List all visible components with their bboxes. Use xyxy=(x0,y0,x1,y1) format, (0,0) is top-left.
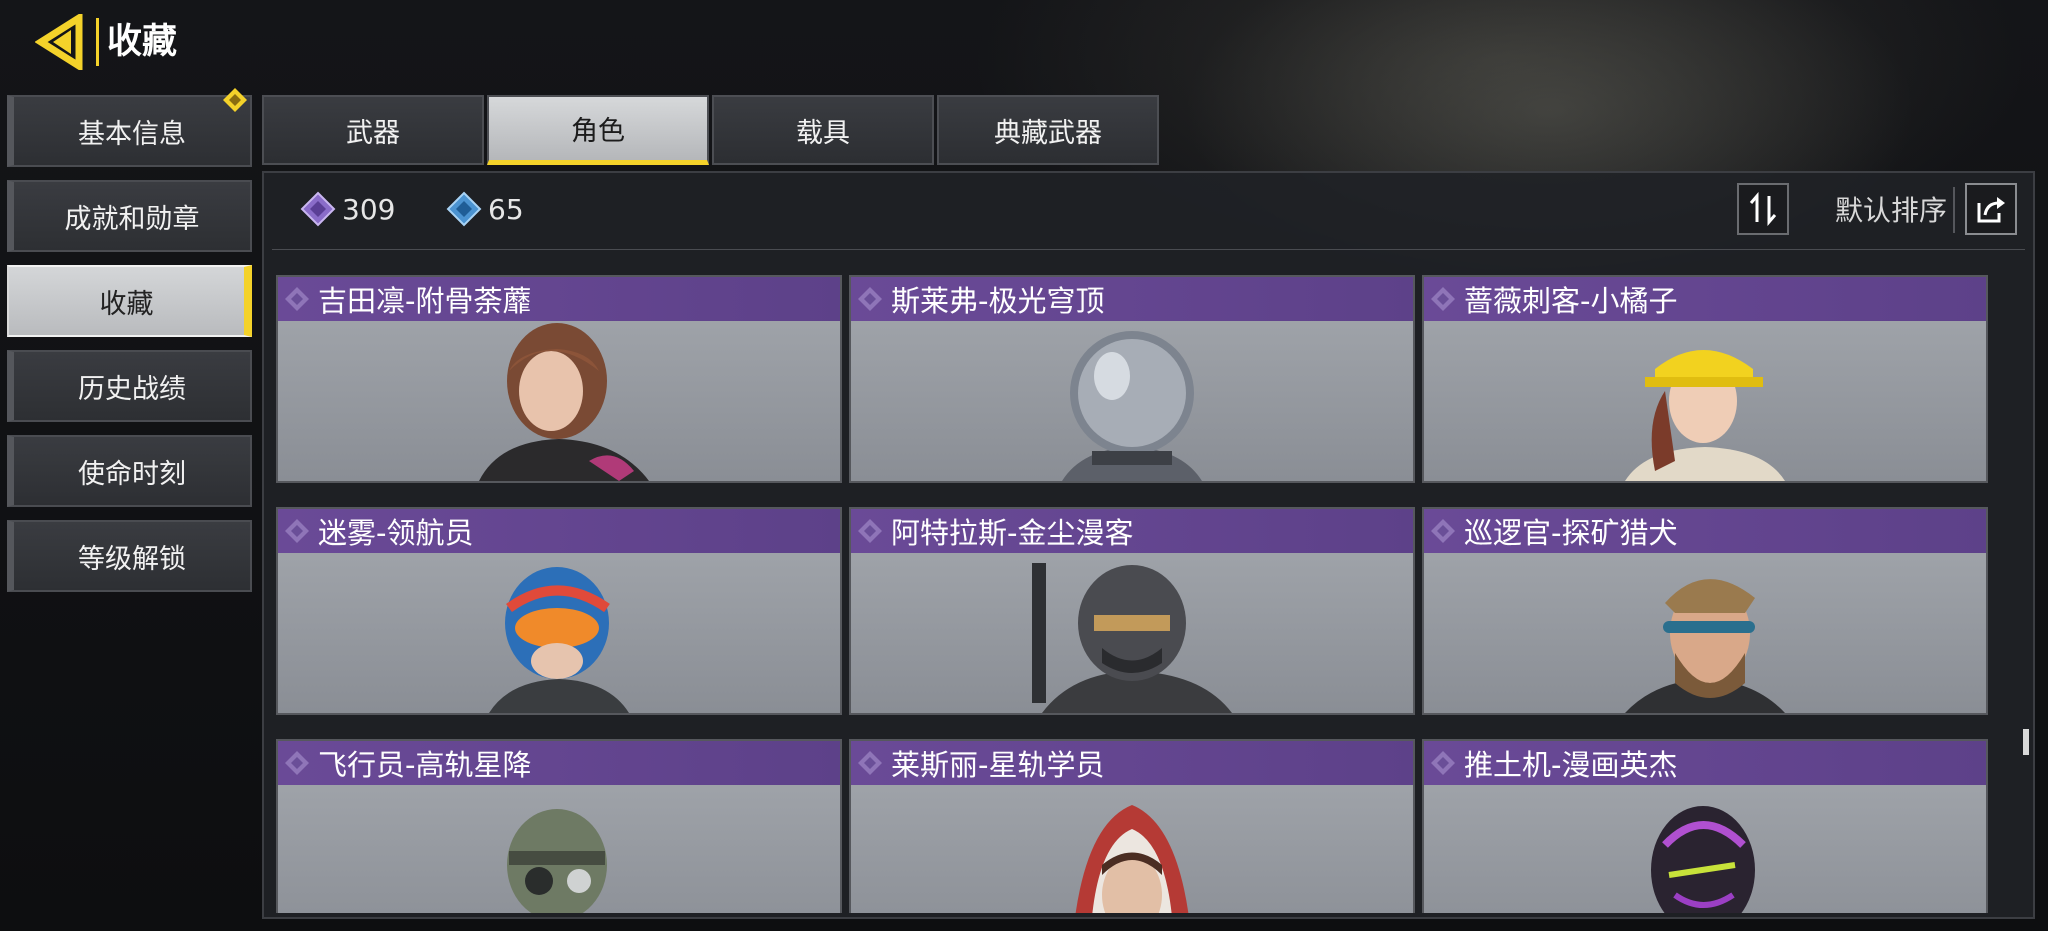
sidebar: 基本信息 成就和勋章 收藏 历史战绩 使命时刻 等级解锁 xyxy=(7,88,252,605)
tab-characters[interactable]: 角色 xyxy=(487,95,709,165)
character-card[interactable]: 迷雾-领航员 xyxy=(276,507,842,715)
sort-arrows-icon xyxy=(1749,192,1777,226)
card-header: 阿特拉斯-金尘漫客 xyxy=(851,509,1413,553)
page-header: 收藏 xyxy=(30,12,185,72)
card-name: 迷雾-领航员 xyxy=(318,516,474,550)
blue-diamond-icon xyxy=(446,191,482,227)
page-title: 收藏 xyxy=(96,18,185,66)
collection-panel: 309 65 默认排序 吉田凛-附骨荼蘼 斯莱弗-极光穹顶 蔷薇刺客-小橘子 迷… xyxy=(262,171,2035,919)
currency-purple: 309 xyxy=(300,191,395,227)
character-grid: 吉田凛-附骨荼蘼 斯莱弗-极光穹顶 蔷薇刺客-小橘子 迷雾-领航员 阿特拉斯-金… xyxy=(276,275,2016,913)
character-card[interactable]: 蔷薇刺客-小橘子 xyxy=(1422,275,1988,483)
tab-legendary-weapons[interactable]: 典藏武器 xyxy=(937,95,1159,165)
sidebar-item-label: 基本信息 xyxy=(78,118,186,150)
card-name: 蔷薇刺客-小橘子 xyxy=(1464,284,1678,318)
sidebar-item-label: 历史战绩 xyxy=(78,373,186,405)
sidebar-item-label: 使命时刻 xyxy=(78,458,186,490)
back-arrow-icon xyxy=(35,14,83,70)
currency-purple-value: 309 xyxy=(342,192,396,226)
card-header: 迷雾-领航员 xyxy=(278,509,840,553)
character-portrait xyxy=(1075,805,1189,913)
character-portrait xyxy=(1032,563,1232,713)
card-header: 蔷薇刺客-小橘子 xyxy=(1424,277,1986,321)
card-name: 巡逻官-探矿猎犬 xyxy=(1464,516,1678,550)
category-tabs: 武器 角色 载具 典藏武器 xyxy=(262,95,1162,165)
character-card[interactable]: 斯莱弗-极光穹顶 xyxy=(849,275,1415,483)
card-header: 飞行员-高轨星降 xyxy=(278,741,840,785)
rarity-diamond-icon xyxy=(1431,287,1455,311)
tab-weapons[interactable]: 武器 xyxy=(262,95,484,165)
character-portrait xyxy=(1625,579,1785,713)
card-header: 巡逻官-探矿猎犬 xyxy=(1424,509,1986,553)
rarity-diamond-icon xyxy=(285,751,309,775)
card-name: 莱斯丽-星轨学员 xyxy=(891,748,1105,782)
sidebar-item-mission-moments[interactable]: 使命时刻 xyxy=(7,435,252,507)
currency-blue: 65 xyxy=(446,191,524,227)
sidebar-item-collection[interactable]: 收藏 xyxy=(7,265,252,337)
tab-vehicles[interactable]: 载具 xyxy=(712,95,934,165)
card-header: 莱斯丽-星轨学员 xyxy=(851,741,1413,785)
rarity-diamond-icon xyxy=(1431,751,1455,775)
sort-dropdown[interactable]: 默认排序 xyxy=(1835,189,1947,229)
back-button[interactable] xyxy=(30,12,90,72)
new-badge-icon xyxy=(223,88,247,112)
rarity-diamond-icon xyxy=(858,287,882,311)
divider xyxy=(1953,187,1955,233)
sort-toggle-button[interactable] xyxy=(1737,183,1789,235)
character-portrait xyxy=(1651,806,1755,913)
share-icon xyxy=(1977,197,2005,223)
sidebar-item-label: 成就和勋章 xyxy=(64,203,200,235)
character-card[interactable]: 阿特拉斯-金尘漫客 xyxy=(849,507,1415,715)
currency-blue-value: 65 xyxy=(488,192,524,226)
sidebar-item-basic-info[interactable]: 基本信息 xyxy=(7,88,252,167)
sidebar-item-history[interactable]: 历史战绩 xyxy=(7,350,252,422)
sidebar-item-achievements[interactable]: 成就和勋章 xyxy=(7,180,252,252)
character-portrait xyxy=(1625,350,1785,481)
card-name: 阿特拉斯-金尘漫客 xyxy=(891,516,1134,550)
card-name: 斯莱弗-极光穹顶 xyxy=(891,284,1105,318)
purple-diamond-icon xyxy=(300,191,336,227)
rarity-diamond-icon xyxy=(285,287,309,311)
card-name: 吉田凛-附骨荼蘼 xyxy=(318,284,532,318)
character-portrait xyxy=(489,567,629,713)
character-portrait xyxy=(507,809,607,913)
card-header: 吉田凛-附骨荼蘼 xyxy=(278,277,840,321)
character-card[interactable]: 吉田凛-附骨荼蘼 xyxy=(276,275,842,483)
character-card[interactable]: 莱斯丽-星轨学员 xyxy=(849,739,1415,913)
character-portrait xyxy=(1062,331,1202,481)
share-button[interactable] xyxy=(1965,183,2017,235)
rarity-diamond-icon xyxy=(858,751,882,775)
character-card[interactable]: 飞行员-高轨星降 xyxy=(276,739,842,913)
character-card[interactable]: 巡逻官-探矿猎犬 xyxy=(1422,507,1988,715)
sidebar-item-label: 等级解锁 xyxy=(78,543,186,575)
rarity-diamond-icon xyxy=(858,519,882,543)
scrollbar-thumb[interactable] xyxy=(2023,729,2029,755)
rarity-diamond-icon xyxy=(285,519,309,543)
card-name: 推土机-漫画英杰 xyxy=(1464,748,1678,782)
rarity-diamond-icon xyxy=(1431,519,1455,543)
character-portrait xyxy=(479,323,649,481)
card-name: 飞行员-高轨星降 xyxy=(318,748,532,782)
sidebar-item-label: 收藏 xyxy=(99,288,154,320)
card-header: 推土机-漫画英杰 xyxy=(1424,741,1986,785)
toolbar: 309 65 默认排序 xyxy=(272,173,2025,250)
card-header: 斯莱弗-极光穹顶 xyxy=(851,277,1413,321)
character-card[interactable]: 推土机-漫画英杰 xyxy=(1422,739,1988,913)
sidebar-item-level-unlock[interactable]: 等级解锁 xyxy=(7,520,252,592)
